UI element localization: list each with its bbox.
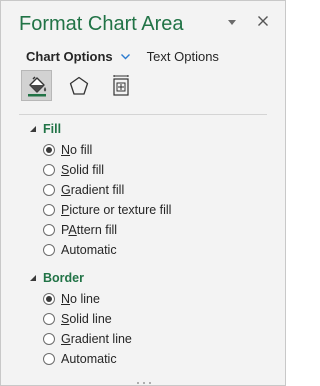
fill-section-header[interactable]: Fill — [29, 122, 61, 136]
fill-option-picture-texture-fill[interactable]: Picture or texture fill — [43, 203, 171, 217]
resize-grip-icon[interactable] — [135, 381, 153, 385]
fill-option-label: Picture or texture fill — [61, 203, 172, 217]
radio-button[interactable] — [43, 224, 55, 236]
tab-chart-options[interactable]: Chart Options — [26, 49, 131, 64]
size-properties-tab[interactable] — [105, 70, 136, 101]
close-button[interactable] — [255, 13, 271, 29]
effects-tab[interactable] — [63, 70, 94, 101]
section-divider — [19, 114, 267, 115]
border-option-automatic[interactable]: Automatic — [43, 352, 117, 366]
tab-chart-options-label: Chart Options — [26, 48, 113, 64]
format-chart-area-pane: Format Chart Area Chart Options Text Opt… — [0, 0, 286, 386]
border-option-no-line[interactable]: No line — [43, 292, 100, 306]
fill-option-label: Solid fill — [61, 163, 105, 177]
tab-text-options[interactable]: Text Options — [147, 49, 219, 64]
size-properties-icon — [112, 74, 129, 96]
radio-button[interactable] — [43, 353, 55, 365]
border-option-solid-line[interactable]: Solid line — [43, 312, 112, 326]
radio-button[interactable] — [43, 293, 55, 305]
border-option-label: Automatic — [61, 352, 117, 366]
border-section-header[interactable]: Border — [29, 271, 84, 285]
fill-heading: Fill — [43, 122, 62, 136]
radio-button[interactable] — [43, 164, 55, 176]
chevron-down-icon — [120, 53, 130, 59]
border-option-label: No line — [61, 292, 100, 306]
collapse-triangle-icon — [30, 275, 36, 281]
border-heading: Border — [43, 271, 84, 285]
category-icon-bar — [21, 70, 147, 101]
radio-button[interactable] — [43, 184, 55, 196]
fill-option-no-fill[interactable]: No fill — [43, 143, 92, 157]
radio-button[interactable] — [43, 313, 55, 325]
fill-option-automatic[interactable]: Automatic — [43, 243, 117, 257]
border-option-label: Gradient line — [61, 332, 132, 346]
collapse-triangle-icon — [30, 126, 36, 132]
radio-button[interactable] — [43, 244, 55, 256]
close-icon — [258, 16, 268, 26]
border-option-gradient-line[interactable]: Gradient line — [43, 332, 132, 346]
effects-pentagon-icon — [69, 76, 88, 95]
fill-option-label: Automatic — [61, 243, 117, 257]
pane-title: Format Chart Area — [19, 13, 184, 35]
fill-option-pattern-fill[interactable]: PAttern fill — [43, 223, 117, 237]
fill-option-label: No fill — [61, 143, 93, 157]
fill-option-label: PAttern fill — [61, 223, 118, 237]
fill-option-gradient-fill[interactable]: Gradient fill — [43, 183, 124, 197]
radio-button[interactable] — [43, 144, 55, 156]
fill-line-tab[interactable] — [21, 70, 52, 101]
fill-option-label: Gradient fill — [61, 183, 125, 197]
border-option-label: Solid line — [61, 312, 112, 326]
radio-button[interactable] — [43, 204, 55, 216]
fill-option-solid-fill[interactable]: Solid fill — [43, 163, 104, 177]
triangle-down-icon — [228, 20, 236, 25]
fill-line-icon — [27, 76, 46, 96]
pane-options-button[interactable] — [225, 15, 239, 29]
radio-button[interactable] — [43, 333, 55, 345]
options-tabs: Chart Options Text Options — [26, 47, 219, 65]
